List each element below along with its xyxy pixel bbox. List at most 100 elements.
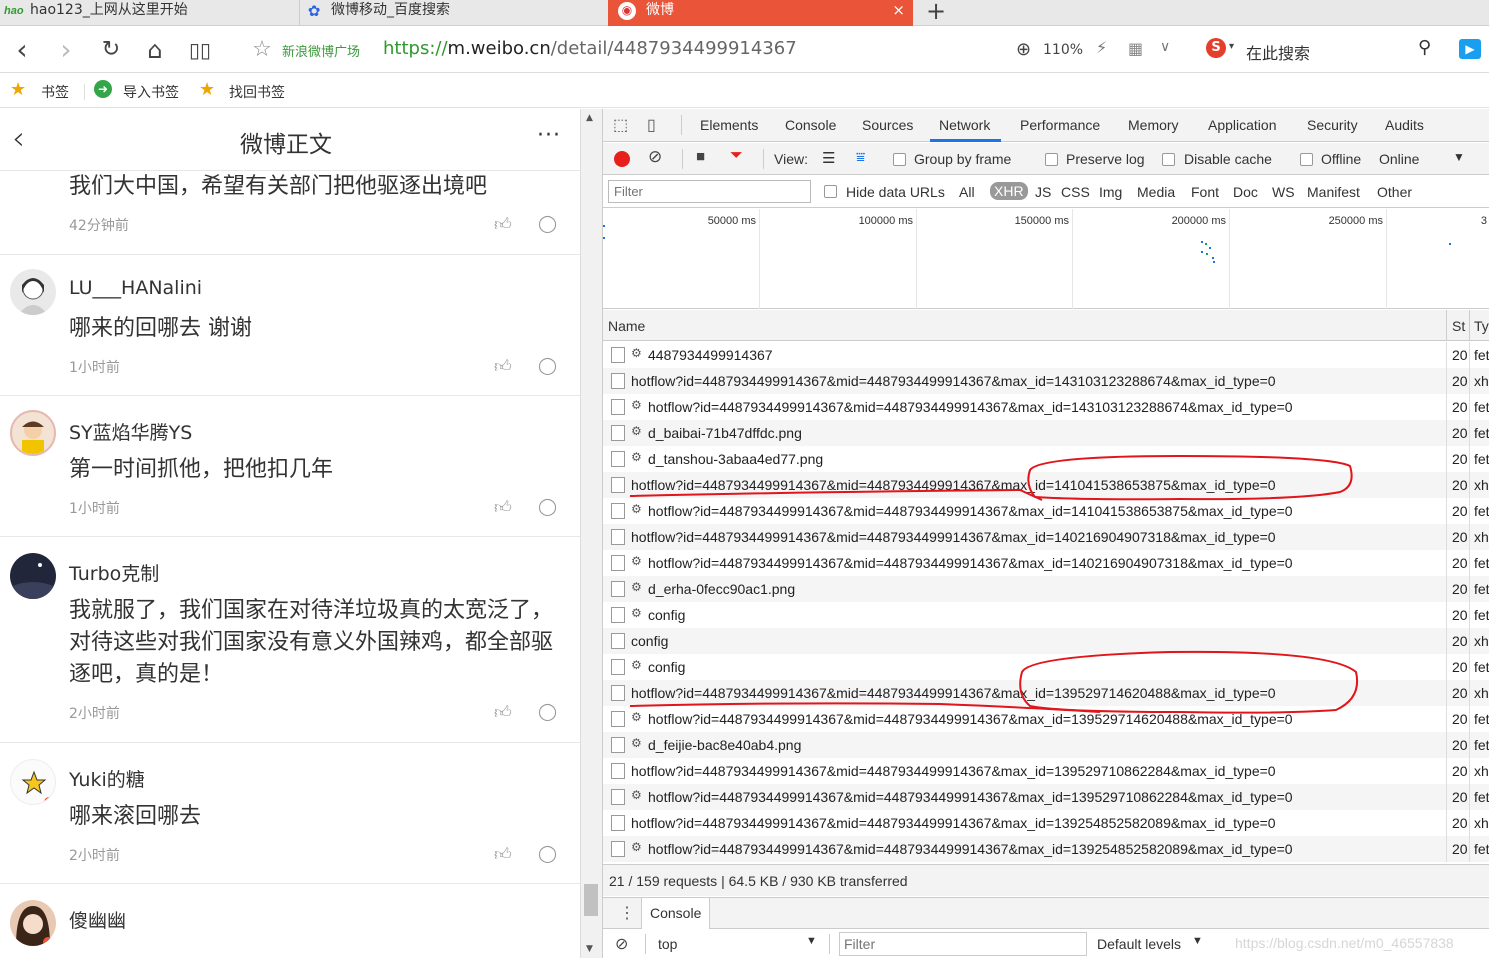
filter-type-doc[interactable]: Doc [1233,184,1258,200]
request-name[interactable]: hotflow?id=4487934499914367&mid=44879344… [648,841,1293,857]
reload-icon[interactable]: ↻ [97,36,125,64]
clear-console-icon[interactable]: ⊘ [615,934,628,954]
request-name[interactable]: d_tanshou-3abaa4ed77.png [648,451,823,467]
comment-bubble-icon[interactable]: ◯ [538,844,558,864]
caret-down-icon[interactable]: ▼ [1453,150,1465,164]
comment-bubble-icon[interactable]: ◯ [538,497,558,517]
commenter-name[interactable]: SY蓝焰华腾YS [69,418,192,445]
filter-icon[interactable]: ⏷ [730,147,743,165]
url-field[interactable]: https://m.weibo.cn/detail/44879344999143… [383,38,797,59]
group-by-frame-checkbox[interactable] [893,153,906,166]
request-row[interactable]: ⚙ hotflow?id=4487934499914367&mid=4487934… [603,784,1489,810]
caret-down-icon[interactable]: ▼ [1192,935,1203,947]
request-row[interactable]: config 20 xhr [603,628,1489,654]
request-name[interactable]: hotflow?id=4487934499914367&mid=44879344… [631,529,1276,545]
request-name[interactable]: d_feijie-bac8e40ab4.png [648,737,801,753]
request-row[interactable]: ⚙ hotflow?id=4487934499914367&mid=4487934… [603,550,1489,576]
preserve-log-checkbox[interactable] [1045,153,1058,166]
thumbs-up-icon[interactable]: 👍︎ [494,844,514,865]
filter-type-other[interactable]: Other [1377,184,1412,200]
bookmark-item[interactable]: 书签 [41,82,69,102]
request-row[interactable]: ⚙ d_feijie-bac8e40ab4.png 20 fet [603,732,1489,758]
request-row[interactable]: ⚙ hotflow?id=4487934499914367&mid=4487934… [603,394,1489,420]
request-name[interactable]: hotflow?id=4487934499914367&mid=44879344… [648,711,1293,727]
avatar[interactable] [10,759,56,805]
extension-icon[interactable]: ▶ [1459,39,1481,59]
console-filter-input[interactable] [839,932,1087,956]
reader-icon[interactable]: ▯▯ [186,36,214,64]
bookmark-item[interactable]: 导入书签 [123,82,179,102]
filter-type-font[interactable]: Font [1191,184,1219,200]
commenter-name[interactable]: Turbo克制 [69,559,159,586]
request-row[interactable]: hotflow?id=4487934499914367&mid=44879344… [603,472,1489,498]
scrollbar-thumb[interactable] [584,884,598,916]
request-row[interactable]: hotflow?id=4487934499914367&mid=44879344… [603,368,1489,394]
comment-bubble-icon[interactable]: ◯ [538,702,558,722]
column-status[interactable]: St [1452,318,1465,334]
commenter-name[interactable]: LU___HANalini [69,277,202,299]
request-name[interactable]: hotflow?id=4487934499914367&mid=44879344… [631,685,1276,701]
avatar[interactable] [10,269,56,315]
filter-type-manifest[interactable]: Manifest [1307,184,1360,200]
sogou-search-engine-icon[interactable]: S [1206,38,1226,58]
tab-baidu-search[interactable]: ✿ 微博移动_百度搜索 [301,0,607,26]
tab-memory[interactable]: Memory [1128,117,1179,133]
request-row[interactable]: ⚙ 4487934499914367 20 fet [603,342,1489,368]
request-row[interactable]: ⚙ d_erha-0fecc90ac1.png 20 fet [603,576,1489,602]
column-type[interactable]: Ty [1474,318,1489,334]
more-icon[interactable]: ··· [537,123,561,148]
context-select[interactable]: top [658,936,677,952]
inspect-element-icon[interactable]: ⬚ [613,115,628,135]
request-row[interactable]: ⚙ d_tanshou-3abaa4ed77.png 20 fet [603,446,1489,472]
clear-icon[interactable]: ⊘ [648,147,662,167]
thumbs-up-icon[interactable]: 👍︎ [494,214,514,235]
commenter-name[interactable]: 傻幽幽 [69,906,126,933]
filter-type-img[interactable]: Img [1099,184,1122,200]
request-name[interactable]: d_erha-0fecc90ac1.png [648,581,795,597]
close-icon[interactable]: × [892,0,905,20]
avatar[interactable] [10,410,56,456]
request-name[interactable]: config [631,633,668,649]
disable-cache-checkbox[interactable] [1162,153,1175,166]
request-row[interactable]: ⚙ hotflow?id=4487934499914367&mid=4487934… [603,836,1489,862]
network-overview[interactable]: 50000 ms 100000 ms 150000 ms 200000 ms 2… [603,209,1489,309]
request-row[interactable]: hotflow?id=4487934499914367&mid=44879344… [603,524,1489,550]
request-row[interactable]: ⚙ d_baibai-71b47dffdc.png 20 fet [603,420,1489,446]
large-rows-icon[interactable]: ☰ [822,149,835,167]
request-name[interactable]: hotflow?id=4487934499914367&mid=44879344… [648,399,1293,415]
tab-security[interactable]: Security [1307,117,1358,133]
filter-type-js[interactable]: JS [1035,184,1051,200]
request-name[interactable]: hotflow?id=4487934499914367&mid=44879344… [631,373,1276,389]
tab-console[interactable]: Console [785,117,836,133]
request-row[interactable]: hotflow?id=4487934499914367&mid=44879344… [603,680,1489,706]
request-row[interactable]: ⚙ config 20 fet [603,602,1489,628]
overview-icon[interactable]: ⩸ [856,149,865,166]
commenter-name[interactable]: Yuki的糖 [69,765,145,792]
tab-hao123[interactable]: hao hao123_上网从这里开始 [0,0,300,26]
chevron-down-icon[interactable]: ∨ [1160,39,1170,55]
tab-application[interactable]: Application [1208,117,1277,133]
request-row[interactable]: hotflow?id=4487934499914367&mid=44879344… [603,758,1489,784]
request-name[interactable]: hotflow?id=4487934499914367&mid=44879344… [631,477,1276,493]
comment-bubble-icon[interactable]: ◯ [538,356,558,376]
log-levels-select[interactable]: Default levels [1097,936,1181,952]
site-label[interactable]: 新浪微博广场 [282,41,360,60]
avatar[interactable] [10,553,56,599]
tab-network[interactable]: Network [939,117,990,133]
drawer-tab-console[interactable]: Console [641,898,711,929]
request-name[interactable]: config [648,607,685,623]
request-name[interactable]: hotflow?id=4487934499914367&mid=44879344… [631,763,1276,779]
request-name[interactable]: config [648,659,685,675]
qr-code-icon[interactable]: ▦ [1128,39,1143,58]
request-row[interactable]: ⚙ hotflow?id=4487934499914367&mid=4487934… [603,498,1489,524]
record-icon[interactable] [614,151,630,167]
column-name[interactable]: Name [608,318,645,334]
device-toolbar-icon[interactable]: ▯ [647,115,656,135]
request-name[interactable]: 4487934499914367 [648,347,773,363]
tab-elements[interactable]: Elements [700,117,758,133]
thumbs-up-icon[interactable]: 👍︎ [494,702,514,723]
request-row[interactable]: ⚙ hotflow?id=4487934499914367&mid=4487934… [603,706,1489,732]
tab-weibo[interactable]: ◉ 微博 × [608,0,913,26]
offline-checkbox[interactable] [1300,153,1313,166]
filter-type-css[interactable]: CSS [1061,184,1090,200]
